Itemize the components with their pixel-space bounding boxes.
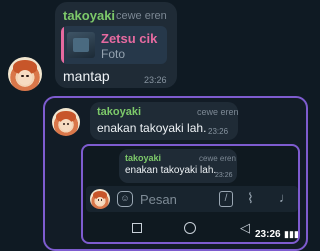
reply-text: Foto [101, 47, 126, 61]
reply-preview[interactable]: Zetsu cik Foto [61, 26, 167, 64]
message-text: enakan takoyaki lah. [125, 165, 217, 176]
avatar [90, 189, 110, 209]
emoji-icon: ☺ [117, 191, 133, 207]
avatar[interactable] [8, 57, 42, 91]
sender-name[interactable]: takoyaki [63, 8, 115, 23]
message-time: 23:26 [215, 172, 233, 179]
sender-name: takoyaki [125, 153, 162, 163]
signal-icon: ▮▮▮ [284, 229, 299, 239]
message-time: 23:26 [144, 75, 167, 85]
home-icon [184, 222, 196, 234]
message-time: 23:26 [208, 127, 229, 136]
reply-accent-bar [61, 26, 64, 64]
reply-author: Zetsu cik [101, 31, 158, 46]
message-text: enakan takoyaki lah. [97, 121, 207, 135]
mic-icon: ♩ [279, 190, 292, 205]
back-icon: ◁ [240, 220, 250, 235]
status-time: 23:26 [255, 229, 281, 240]
sender-title: cewe eren [199, 154, 236, 163]
reply-photo-thumbnail [67, 32, 95, 58]
sender-title: cewe eren [116, 10, 167, 22]
message-text: mantap [63, 68, 110, 84]
avatar [52, 108, 80, 136]
sender-title: cewe eren [197, 107, 239, 117]
attach-icon: ⌇ [247, 190, 254, 206]
message-input: Pesan [140, 192, 177, 207]
sender-name: takoyaki [97, 106, 142, 118]
recent-apps-icon [132, 223, 142, 233]
command-icon: / [219, 191, 233, 207]
